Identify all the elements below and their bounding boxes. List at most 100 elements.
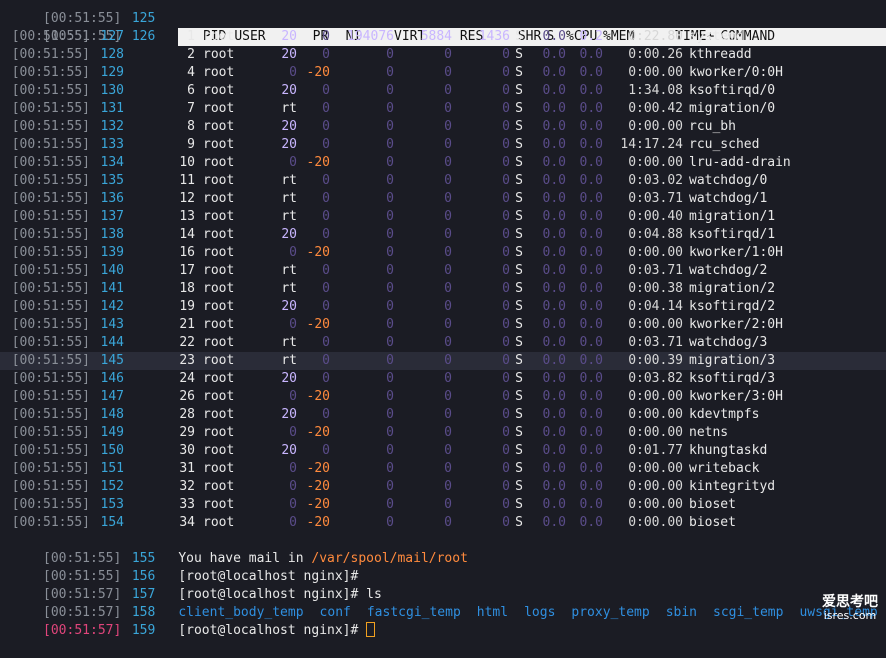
cell-s: S xyxy=(515,371,523,386)
cell-shr: 0 xyxy=(502,227,510,242)
cell-pr: 20 xyxy=(281,47,297,62)
cell-command: khungtaskd xyxy=(689,443,768,458)
cell-shr: 0 xyxy=(502,137,510,152)
cell-shr: 0 xyxy=(502,497,510,512)
timestamp: [00:51:55] xyxy=(11,245,90,260)
cell-mem: 0.0 xyxy=(579,299,603,314)
watermark-domain: isres.com xyxy=(823,609,877,622)
line-number: 159 xyxy=(131,623,156,638)
active-prompt-line[interactable]: [00:51:57] 159 [root@localhost nginx]# xyxy=(0,604,886,638)
line-number: 141 xyxy=(100,281,124,296)
cell-user: root xyxy=(203,281,235,296)
cell-shr: 0 xyxy=(502,191,510,206)
line-number: 142 xyxy=(100,299,124,314)
cell-s: S xyxy=(515,281,523,296)
timestamp: [00:51:55] xyxy=(11,479,90,494)
process-row: [00:51:55] 127 1 root 20 0 194076 5884 1436 S 0.0 0… xyxy=(0,28,886,46)
cell-command: netns xyxy=(689,425,729,440)
cell-pid: 22 xyxy=(179,335,195,350)
cell-user: root xyxy=(203,515,235,530)
cell-res: 5884 xyxy=(420,29,452,44)
cell-shr: 0 xyxy=(502,155,510,170)
cell-pid: 34 xyxy=(179,515,195,530)
cell-mem: 0.0 xyxy=(579,83,603,98)
cell-virt: 0 xyxy=(386,317,394,332)
terminal[interactable]: [00:51:55] 125 [00:51:55] 126 PID USER PR NI VI… xyxy=(0,0,886,638)
cell-user: root xyxy=(203,227,235,242)
process-row: [00:51:55] 139 16 root 0 -20 0 0 0 S 0.0 0.0 0:00.00… xyxy=(0,244,886,262)
cell-virt: 0 xyxy=(386,245,394,260)
cell-ni: -20 xyxy=(306,155,330,170)
cell-res: 0 xyxy=(444,245,452,260)
cell-user: root xyxy=(203,209,235,224)
line-number: 138 xyxy=(100,227,124,242)
cell-res: 0 xyxy=(444,389,452,404)
cell-shr: 0 xyxy=(502,173,510,188)
cell-time: 0:00.00 xyxy=(628,119,683,134)
cell-ni: 0 xyxy=(322,83,330,98)
cell-pid: 1 xyxy=(187,29,195,44)
cell-cpu: 0.0 xyxy=(542,425,566,440)
process-row: [00:51:55] 149 29 root 0 -20 0 0 0 S 0.0 0.0 0:00.00… xyxy=(0,424,886,442)
cell-ni: -20 xyxy=(306,245,330,260)
cell-ni: 0 xyxy=(322,29,330,44)
cell-time: 0:00.00 xyxy=(628,65,683,80)
cell-command: rcu_bh xyxy=(689,119,736,134)
cell-pid: 23 xyxy=(179,353,195,368)
cell-ni: -20 xyxy=(306,389,330,404)
cell-time: 0:03.71 xyxy=(628,263,683,278)
cell-res: 0 xyxy=(444,371,452,386)
cell-cpu: 0.0 xyxy=(542,389,566,404)
cell-res: 0 xyxy=(444,137,452,152)
cell-cpu: 0.0 xyxy=(542,371,566,386)
line-number: 137 xyxy=(100,209,124,224)
cell-command: kworker/1:0H xyxy=(689,245,783,260)
cell-user: root xyxy=(203,29,235,44)
cell-s: S xyxy=(515,101,523,116)
timestamp: [00:51:55] xyxy=(11,317,90,332)
cell-ni: 0 xyxy=(322,101,330,116)
cell-pid: 16 xyxy=(179,245,195,260)
cell-command: migration/1 xyxy=(689,209,776,224)
cell-cpu: 0.0 xyxy=(542,443,566,458)
cell-time: 0:00.00 xyxy=(628,407,683,422)
cell-res: 0 xyxy=(444,101,452,116)
cell-shr: 0 xyxy=(502,461,510,476)
cell-mem: 0.0 xyxy=(579,245,603,260)
cell-pid: 4 xyxy=(187,65,195,80)
cell-time: 0:00.00 xyxy=(628,245,683,260)
cell-ni: 0 xyxy=(322,119,330,134)
cell-cpu: 0.0 xyxy=(542,461,566,476)
line-number: 147 xyxy=(100,389,124,404)
cell-pr: 0 xyxy=(289,479,297,494)
cell-mem: 0.0 xyxy=(579,335,603,350)
line-number: 133 xyxy=(100,137,124,152)
cell-user: root xyxy=(203,425,235,440)
cell-virt: 0 xyxy=(386,173,394,188)
cell-res: 0 xyxy=(444,353,452,368)
cell-pr: rt xyxy=(281,281,297,296)
cell-virt: 0 xyxy=(386,281,394,296)
cell-s: S xyxy=(515,245,523,260)
cell-user: root xyxy=(203,191,235,206)
cell-mem: 0.0 xyxy=(579,209,603,224)
cell-user: root xyxy=(203,479,235,494)
timestamp: [00:51:55] xyxy=(11,407,90,422)
cell-res: 0 xyxy=(444,479,452,494)
process-row: [00:51:55] 138 14 root 20 0 0 0 0 S 0.0 0.0 0:04.88 k… xyxy=(0,226,886,244)
process-row: [00:51:55] 141 18 root rt 0 0 0 0 S 0.0 0.0 0:00.38 m… xyxy=(0,280,886,298)
cell-s: S xyxy=(515,443,523,458)
cell-cpu: 0.0 xyxy=(542,497,566,512)
cell-pid: 33 xyxy=(179,497,195,512)
cell-virt: 0 xyxy=(386,407,394,422)
text-cursor[interactable] xyxy=(366,622,376,637)
cell-pid: 10 xyxy=(179,155,195,170)
cell-s: S xyxy=(515,497,523,512)
cell-ni: -20 xyxy=(306,317,330,332)
cell-cpu: 0.0 xyxy=(542,47,566,62)
cell-virt: 0 xyxy=(386,155,394,170)
cell-virt: 0 xyxy=(386,335,394,350)
cell-time: 0:00.40 xyxy=(628,209,683,224)
line-number: 136 xyxy=(100,191,124,206)
cell-res: 0 xyxy=(444,425,452,440)
